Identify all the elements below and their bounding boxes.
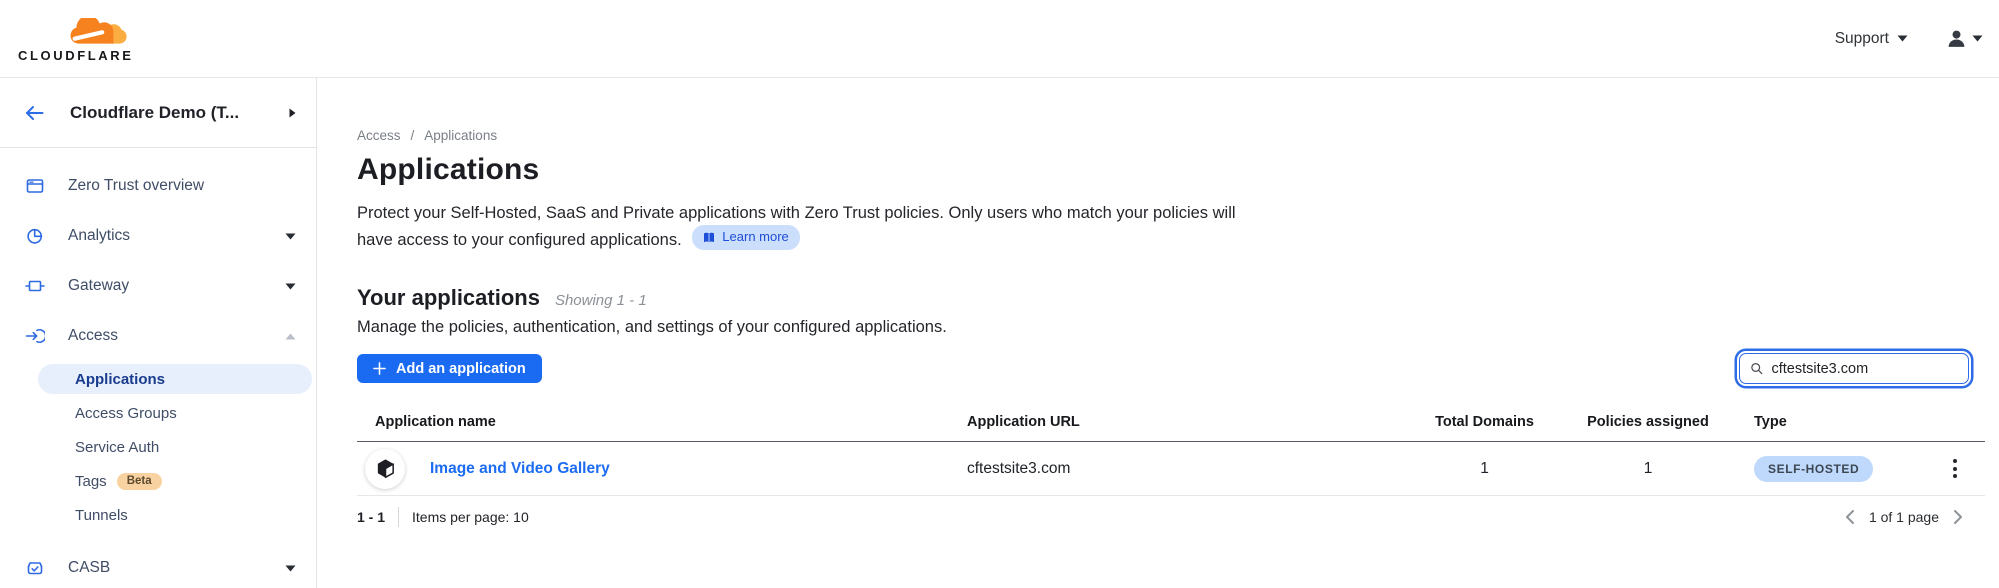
breadcrumb: Access / Applications xyxy=(357,128,1999,143)
column-type: Type xyxy=(1754,414,1940,430)
self-hosted-badge: SELF-HOSTED xyxy=(1754,456,1873,482)
pie-chart-icon xyxy=(25,226,45,246)
cloudflare-cloud-icon xyxy=(68,18,130,48)
chevron-right-icon xyxy=(289,108,296,118)
chevron-down-icon xyxy=(285,233,296,240)
pagination-divider xyxy=(398,507,399,527)
sidebar-item-label: Gateway xyxy=(68,277,129,295)
table-row: Image and Video Gallery cftestsite3.com … xyxy=(357,442,1985,496)
sidebar-item-service-auth[interactable]: Service Auth xyxy=(38,432,312,462)
column-policies-assigned: Policies assigned xyxy=(1542,414,1754,430)
table-header-row: Application name Application URL Total D… xyxy=(357,405,1985,442)
user-account-menu[interactable] xyxy=(1946,28,1983,49)
section-title: Your applications xyxy=(357,285,540,311)
access-submenu: Applications Access Groups Service Auth … xyxy=(0,364,316,530)
sidebar-item-label: CASB xyxy=(68,559,110,577)
sidebar-subitem-label: Tunnels xyxy=(75,507,128,524)
page-status: 1 of 1 page xyxy=(1869,509,1939,525)
gateway-icon xyxy=(25,276,45,296)
chevron-down-icon xyxy=(1897,35,1908,42)
search-icon xyxy=(1750,361,1763,376)
add-application-button[interactable]: Add an application xyxy=(357,354,542,383)
sidebar-subitem-label: Applications xyxy=(75,371,165,388)
column-application-name: Application name xyxy=(357,414,967,430)
pagination-right: 1 of 1 page xyxy=(1845,509,1985,525)
application-link[interactable]: Image and Video Gallery xyxy=(430,460,610,478)
sidebar-item-casb[interactable]: CASB xyxy=(0,543,316,588)
sidebar-item-label: Access xyxy=(68,327,118,345)
top-header: CLOUDFLARE Support xyxy=(0,0,1999,78)
user-icon xyxy=(1946,28,1967,49)
support-label: Support xyxy=(1835,30,1889,48)
next-page-icon[interactable] xyxy=(1953,509,1963,525)
pagination-left: 1 - 1 Items per page: 10 xyxy=(357,507,529,527)
sidebar-item-tunnels[interactable]: Tunnels xyxy=(38,500,312,530)
account-switcher[interactable]: Cloudflare Demo (T... xyxy=(0,78,316,148)
chevron-down-icon xyxy=(1972,35,1983,42)
row-actions-kebab-icon[interactable] xyxy=(1953,459,1985,478)
chevron-up-icon xyxy=(285,333,296,340)
sidebar-nav: Zero Trust overview Analytics xyxy=(0,148,316,588)
column-application-url: Application URL xyxy=(967,414,1427,430)
account-name: Cloudflare Demo (T... xyxy=(70,103,239,123)
type-cell: SELF-HOSTED xyxy=(1754,456,1940,482)
header-actions: Support xyxy=(1835,28,1989,49)
login-arrow-icon xyxy=(25,326,45,346)
sidebar-subitem-label: Tags xyxy=(75,473,107,490)
application-search xyxy=(1739,353,1969,384)
application-name-cell: Image and Video Gallery xyxy=(357,449,967,489)
support-menu[interactable]: Support xyxy=(1835,30,1908,48)
sidebar-item-zero-trust-overview[interactable]: Zero Trust overview xyxy=(0,161,316,211)
window-icon xyxy=(25,176,45,196)
page-description: Protect your Self-Hosted, SaaS and Priva… xyxy=(357,202,1247,253)
casb-check-icon xyxy=(25,558,45,578)
policies-assigned-cell: 1 xyxy=(1542,460,1754,478)
sidebar-item-access-groups[interactable]: Access Groups xyxy=(38,398,312,428)
application-cube-icon xyxy=(365,449,405,489)
breadcrumb-separator: / xyxy=(411,128,415,143)
total-domains-cell: 1 xyxy=(1427,460,1542,478)
sidebar-subitem-label: Access Groups xyxy=(75,405,177,422)
sidebar-item-label: Analytics xyxy=(68,227,130,245)
cloudflare-logo[interactable]: CLOUDFLARE xyxy=(18,15,152,63)
sidebar-subitem-label: Service Auth xyxy=(75,439,159,456)
sidebar: Cloudflare Demo (T... Zero Trust overvie… xyxy=(0,78,317,588)
beta-badge: Beta xyxy=(117,473,162,490)
page-title: Applications xyxy=(357,153,1999,187)
zero-trust-dashboard: CLOUDFLARE Support xyxy=(0,0,1999,588)
sidebar-item-tags[interactable]: Tags Beta xyxy=(38,466,312,496)
previous-page-icon[interactable] xyxy=(1845,509,1855,525)
applications-table: Application name Application URL Total D… xyxy=(357,405,1985,496)
section-header: Your applications Showing 1 - 1 xyxy=(357,285,1999,311)
add-application-label: Add an application xyxy=(396,361,526,377)
book-icon xyxy=(703,232,716,244)
section-subtitle: Manage the policies, authentication, and… xyxy=(357,318,1999,337)
plus-icon xyxy=(373,362,386,375)
cloudflare-wordmark: CLOUDFLARE xyxy=(18,48,152,63)
items-per-page-selector[interactable]: Items per page: 10 xyxy=(412,509,529,525)
showing-count: Showing 1 - 1 xyxy=(555,292,647,309)
sidebar-item-label: Zero Trust overview xyxy=(68,177,204,195)
application-url-cell: cftestsite3.com xyxy=(967,460,1427,478)
sidebar-item-gateway[interactable]: Gateway xyxy=(0,261,316,311)
sidebar-item-analytics[interactable]: Analytics xyxy=(0,211,316,261)
learn-more-label: Learn more xyxy=(722,228,788,246)
pagination-range: 1 - 1 xyxy=(357,509,385,525)
search-input[interactable] xyxy=(1771,361,1958,377)
main-content: Access / Applications Applications Prote… xyxy=(317,78,1999,588)
sidebar-item-access[interactable]: Access xyxy=(0,311,316,361)
column-total-domains: Total Domains xyxy=(1427,414,1542,430)
learn-more-button[interactable]: Learn more xyxy=(692,225,799,249)
breadcrumb-applications[interactable]: Applications xyxy=(424,128,497,143)
breadcrumb-access[interactable]: Access xyxy=(357,128,401,143)
chevron-down-icon xyxy=(285,283,296,290)
sidebar-item-applications[interactable]: Applications xyxy=(38,364,312,394)
applications-toolbar: Add an application xyxy=(357,353,1985,384)
back-arrow-icon[interactable] xyxy=(25,105,44,121)
pagination-bar: 1 - 1 Items per page: 10 1 of 1 page xyxy=(357,507,1985,527)
chevron-down-icon xyxy=(285,565,296,572)
